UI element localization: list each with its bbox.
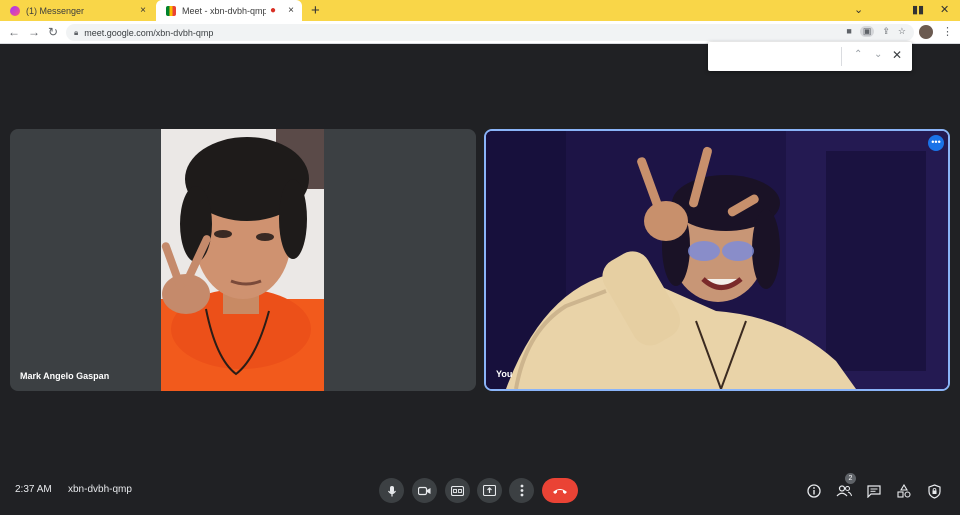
microphone-button[interactable] <box>379 478 404 503</box>
chat-icon[interactable] <box>865 482 883 500</box>
participant-count-badge: 2 <box>845 473 856 484</box>
camera-button[interactable] <box>412 478 437 503</box>
find-input[interactable] <box>714 48 834 65</box>
leave-call-button[interactable] <box>542 478 578 503</box>
browser-tab-strip: (1) Messenger × Meet - xbn-dvbh-qmp ● × … <box>0 0 960 21</box>
profile-avatar[interactable] <box>919 25 933 39</box>
microphone-icon <box>387 485 396 496</box>
meeting-code: xbn-dvbh-qmp <box>68 484 132 495</box>
page-action-icon[interactable]: ▣ <box>859 26 875 37</box>
tab-meet[interactable]: Meet - xbn-dvbh-qmp ● × <box>156 0 302 21</box>
tab-title: Meet - xbn-dvbh-qmp <box>182 5 266 16</box>
find-next-icon[interactable]: ⌄ <box>874 49 882 60</box>
new-tab-button[interactable]: + <box>311 2 320 19</box>
omnibox-actions: ■ ▣ ⇪ ☆ <box>846 26 906 37</box>
participant-video <box>486 131 948 389</box>
tab-close-icon[interactable]: × <box>284 5 298 16</box>
tab-title: (1) Messenger <box>26 5 85 16</box>
more-options-button[interactable] <box>509 478 534 503</box>
restore-icon[interactable]: ▮▮ <box>912 3 924 16</box>
find-close-icon[interactable]: ✕ <box>892 48 902 62</box>
forward-icon[interactable]: → <box>28 25 40 39</box>
share-icon[interactable]: ⇪ <box>882 26 890 37</box>
tab-messenger[interactable]: (1) Messenger × <box>0 0 154 21</box>
meet-icon <box>166 5 176 16</box>
participant-tile-remote[interactable]: Mark Angelo Gaspan <box>10 129 476 391</box>
address-input[interactable]: 🔒︎ meet.google.com/xbn-dvbh-qmp ■ ▣ ⇪ ☆ <box>66 24 914 41</box>
captions-icon <box>451 485 464 496</box>
video-frame-remote <box>161 129 324 391</box>
present-screen-icon <box>483 485 496 496</box>
activities-icon[interactable] <box>895 482 913 500</box>
participant-name: Mark Angelo Gaspan <box>20 371 110 381</box>
find-bar: ⌃ ⌄ ✕ <box>708 42 912 71</box>
more-vert-icon <box>520 484 523 497</box>
camera-icon <box>418 486 431 495</box>
address-toolbar: ← → ↻ 🔒︎ meet.google.com/xbn-dvbh-qmp ■ … <box>0 21 960 44</box>
end-call-icon <box>553 488 567 494</box>
recording-indicator-icon: ● <box>269 5 277 16</box>
participant-name: You <box>496 369 513 379</box>
present-screen-button[interactable] <box>477 478 502 503</box>
url-text: meet.google.com/xbn-dvbh-qmp <box>84 27 214 38</box>
lock-icon: 🔒︎ <box>74 27 79 37</box>
close-window-icon[interactable]: ✕ <box>940 3 949 16</box>
meeting-details-icon[interactable] <box>805 482 823 500</box>
camera-in-use-icon[interactable]: ■ <box>846 26 851 37</box>
more-options-icon[interactable]: ••• <box>928 135 944 151</box>
captions-button[interactable] <box>445 478 470 503</box>
tab-close-icon[interactable]: × <box>136 5 150 16</box>
meeting-time: 2:37 AM <box>15 484 52 495</box>
minimize-icon[interactable]: ⌄ <box>854 3 863 16</box>
participant-tile-self[interactable]: ••• You <box>484 129 950 391</box>
back-icon[interactable]: ← <box>8 25 20 39</box>
bookmark-star-icon[interactable]: ☆ <box>898 26 906 37</box>
find-previous-icon[interactable]: ⌃ <box>854 49 862 60</box>
reload-icon[interactable]: ↻ <box>48 25 58 39</box>
host-controls-icon[interactable] <box>925 482 943 500</box>
participant-video <box>161 129 324 391</box>
people-icon[interactable] <box>835 482 853 500</box>
video-frame-self <box>486 131 948 389</box>
messenger-icon <box>10 5 20 16</box>
find-divider <box>841 47 842 66</box>
browser-menu-icon[interactable]: ⋮ <box>942 25 953 38</box>
